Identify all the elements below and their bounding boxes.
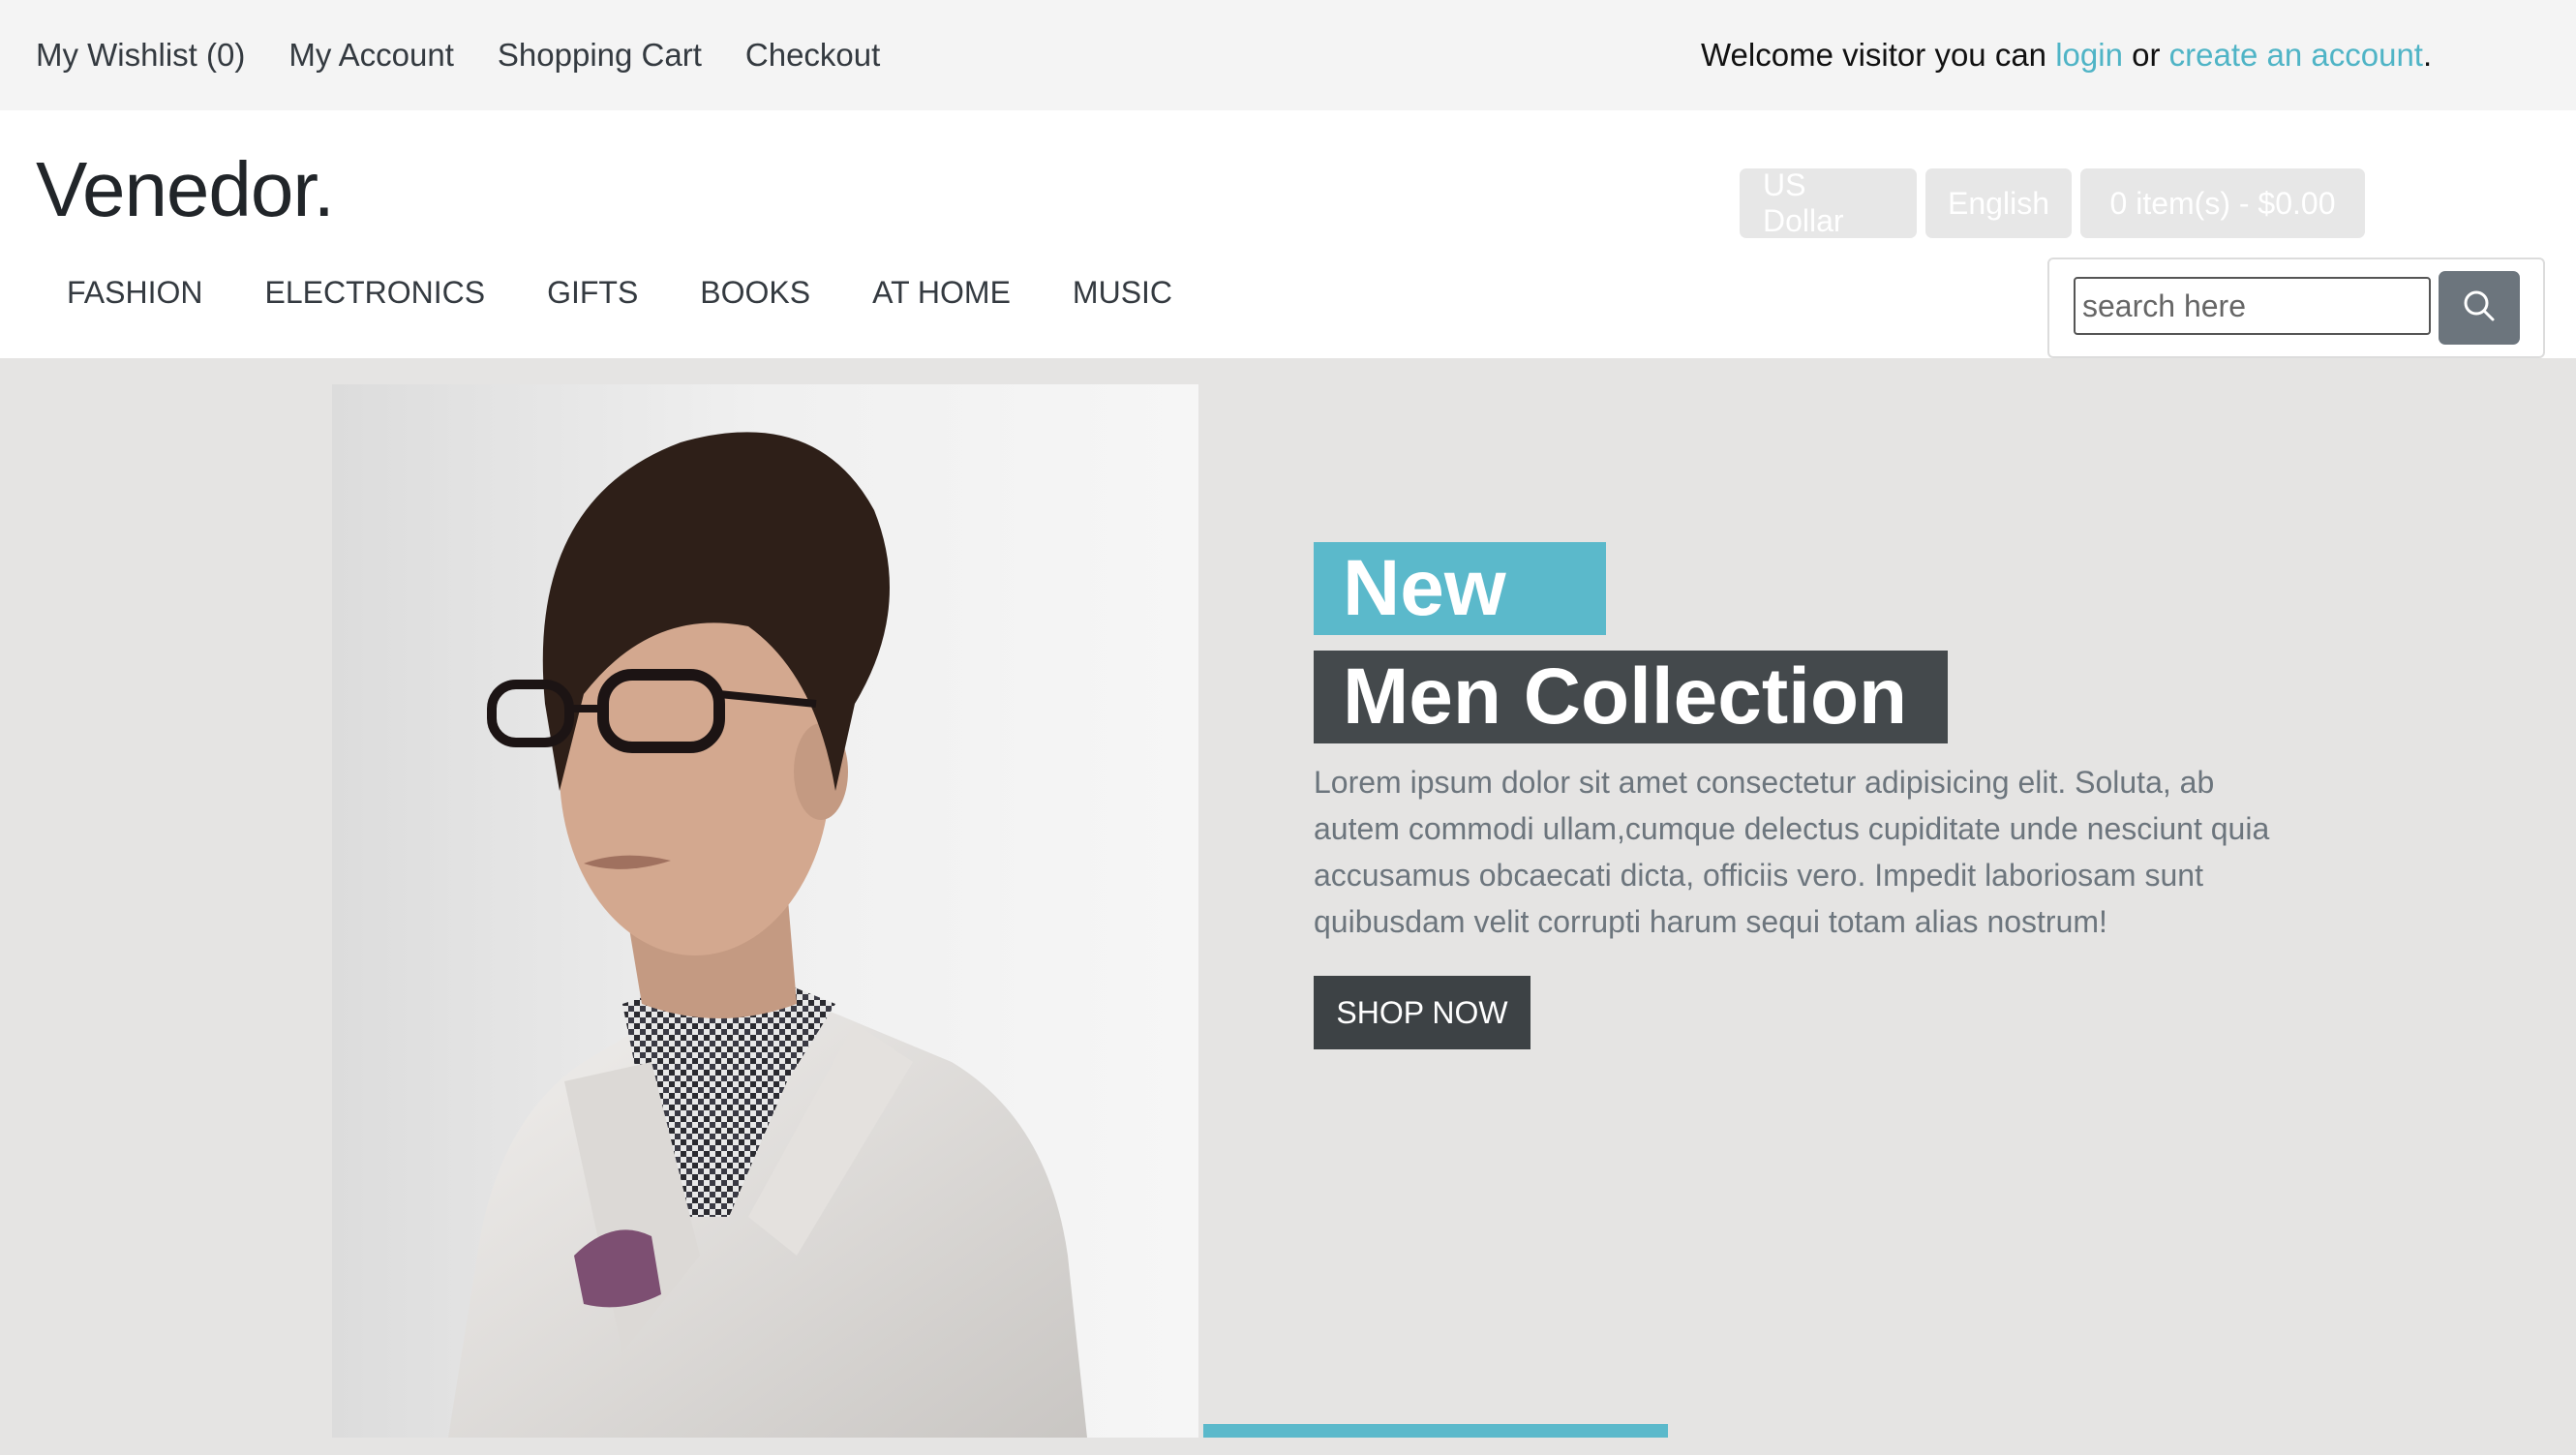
nav-item-gifts[interactable]: GIFTS <box>516 275 669 311</box>
login-link[interactable]: login <box>2055 37 2123 74</box>
welcome-message: Welcome visitor you can login or create … <box>1701 0 2432 110</box>
shopping-cart-link[interactable]: Shopping Cart <box>498 37 702 74</box>
search-button[interactable] <box>2439 271 2520 345</box>
hero-tag-new: New <box>1314 542 1606 635</box>
top-links: My Wishlist (0) My Account Shopping Cart… <box>36 0 880 110</box>
cart-summary-button[interactable]: 0 item(s) - $0.00 <box>2080 168 2365 238</box>
top-bar: My Wishlist (0) My Account Shopping Cart… <box>0 0 2576 110</box>
site-logo[interactable]: Venedor. <box>36 145 335 234</box>
nav-item-electronics[interactable]: ELECTRONICS <box>233 275 516 311</box>
welcome-or: or <box>2122 37 2169 73</box>
nav-item-music[interactable]: MUSIC <box>1042 275 1203 311</box>
hero-model-image <box>332 384 1198 1438</box>
welcome-suffix: . <box>2422 37 2433 73</box>
hero-title: Men Collection <box>1314 651 1948 743</box>
wishlist-link[interactable]: My Wishlist (0) <box>36 37 245 74</box>
search-input[interactable] <box>2074 277 2431 335</box>
create-account-link[interactable]: create an account <box>2169 37 2423 74</box>
nav-item-at-home[interactable]: AT HOME <box>841 275 1042 311</box>
currency-button[interactable]: US Dollar <box>1740 167 1917 238</box>
shop-now-button[interactable]: SHOP NOW <box>1314 976 1530 1049</box>
language-button[interactable]: English <box>1925 168 2072 238</box>
my-account-link[interactable]: My Account <box>288 37 454 74</box>
nav-item-books[interactable]: BOOKS <box>669 275 841 311</box>
header-controls: US Dollar English 0 item(s) - $0.00 <box>1740 167 2365 238</box>
slider-indicator[interactable] <box>1203 1424 1668 1438</box>
welcome-prefix: Welcome visitor you can <box>1701 37 2056 73</box>
main-nav: FASHION ELECTRONICS GIFTS BOOKS AT HOME … <box>36 275 1203 311</box>
hero-description: Lorem ipsum dolor sit amet consectetur a… <box>1314 765 2270 939</box>
checkout-link[interactable]: Checkout <box>745 37 880 74</box>
search-icon <box>2462 288 2497 328</box>
search-form <box>2047 258 2545 358</box>
nav-item-fashion[interactable]: FASHION <box>36 275 233 311</box>
